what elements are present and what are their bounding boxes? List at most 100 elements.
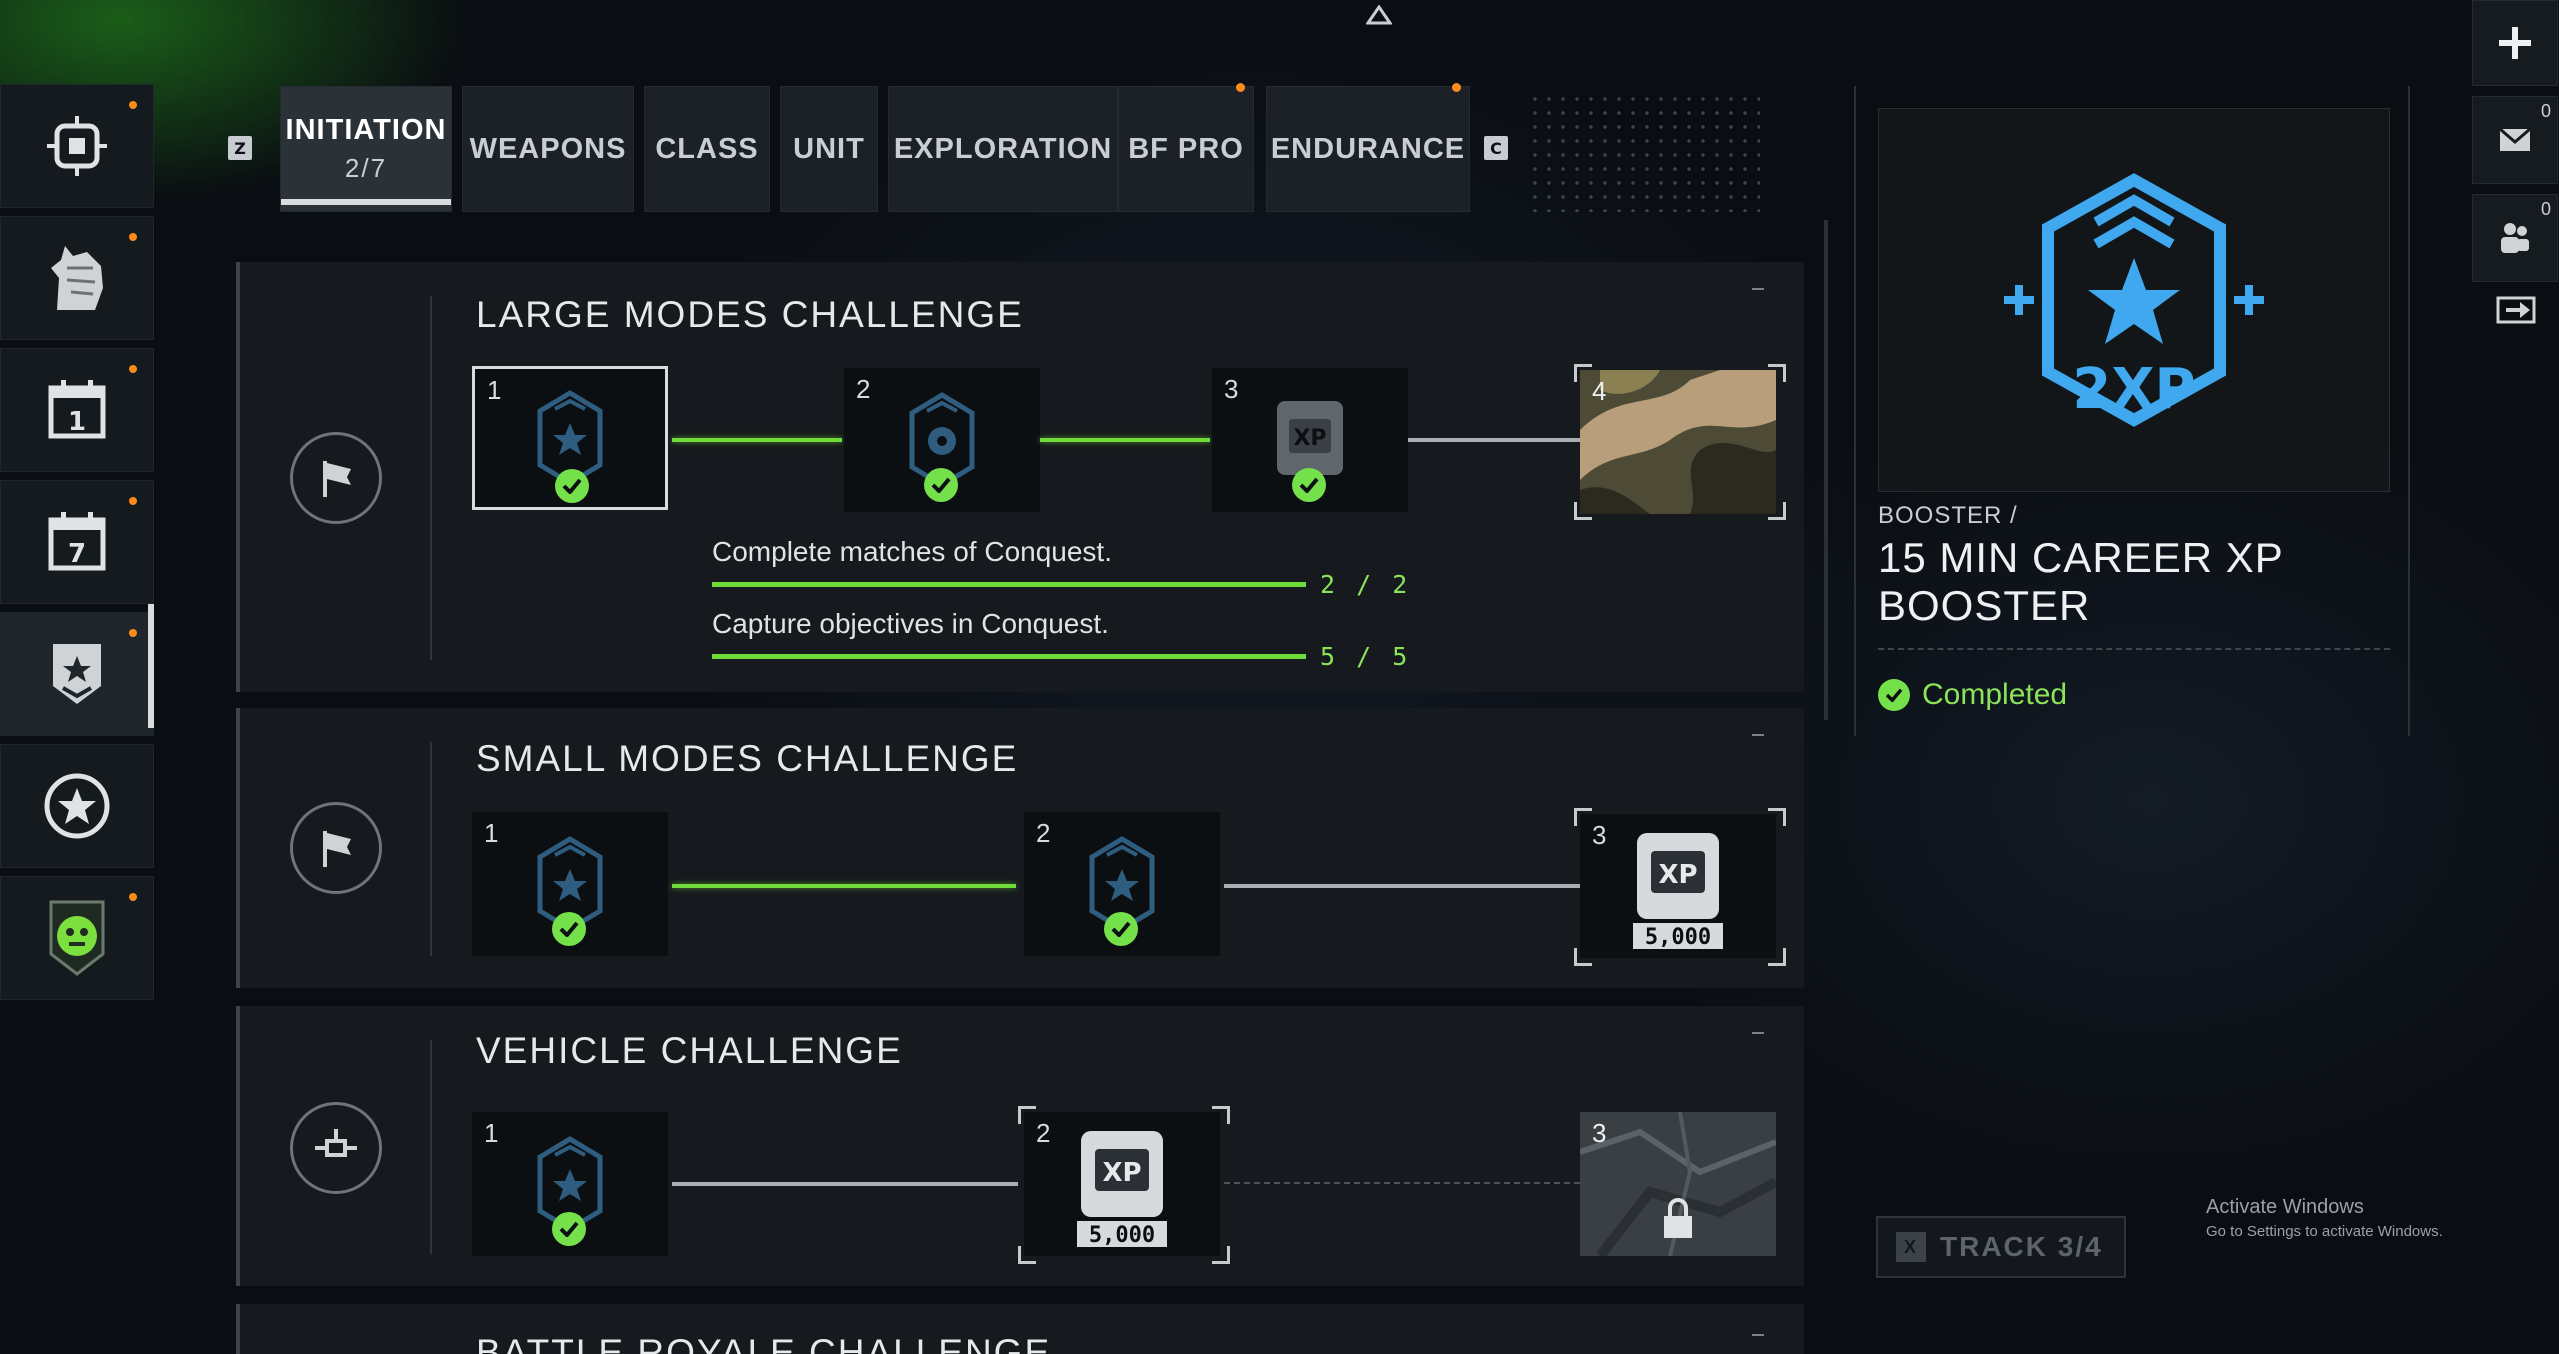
reward-tile-2[interactable]: 2 XP 5,000 <box>1024 1112 1220 1256</box>
task-progress-bar <box>712 654 1306 659</box>
card-divider <box>430 296 432 660</box>
tab-label: UNIT <box>793 132 865 165</box>
reward-tile-3[interactable]: 3 <box>1580 1112 1776 1256</box>
reward-tile-4[interactable]: 4 <box>1580 370 1776 514</box>
challenge-card-vehicle[interactable]: VEHICLE CHALLENGE 1 2 XP 5,000 3 <box>236 1006 1804 1286</box>
tab-exploration[interactable]: EXPLORATION <box>888 86 1118 212</box>
active-tab-underline <box>281 199 451 205</box>
weekly-calendar-icon: 7 <box>48 512 106 571</box>
reward-tile-3[interactable]: 3 XP 5,000 <box>1580 814 1776 958</box>
camo-skin-icon <box>1580 370 1776 514</box>
notification-dot <box>129 101 137 109</box>
add-button[interactable] <box>2472 0 2558 86</box>
exit-icon[interactable] <box>2496 296 2536 324</box>
expand-up-button[interactable] <box>1349 0 1409 30</box>
mail-button[interactable]: 0 <box>2472 96 2558 184</box>
content-scrollbar[interactable] <box>1824 220 1828 720</box>
notification-dot <box>129 497 137 505</box>
notification-dot <box>129 629 137 637</box>
focus-bracket <box>1574 364 1592 382</box>
collapse-button[interactable] <box>1752 288 1764 290</box>
tab-unit[interactable]: UNIT <box>780 86 878 212</box>
xp-booster-icon: 2XP <box>2004 173 2264 427</box>
challenge-title: LARGE MODES CHALLENGE <box>476 294 1024 335</box>
sidebar-item-target[interactable] <box>0 84 154 208</box>
focus-bracket <box>1018 1246 1036 1264</box>
notification-dot <box>129 893 137 901</box>
tab-label: EXPLORATION <box>893 132 1113 165</box>
focus-bracket <box>1212 1106 1230 1124</box>
reward-tile-2[interactable]: 2 <box>1024 812 1220 956</box>
task-progress-count: 5 / 5 <box>1320 642 1411 671</box>
watermark-line-2: Go to Settings to activate Windows. <box>2206 1223 2443 1240</box>
svg-text:XP: XP <box>1102 1158 1141 1188</box>
progress-link <box>672 438 842 442</box>
focus-bracket <box>1768 502 1786 520</box>
focus-bracket <box>1574 808 1592 826</box>
windows-activation-watermark: Activate Windows Go to Settings to activ… <box>2206 1196 2443 1240</box>
tile-number: 3 <box>1224 374 1239 404</box>
challenge-shield-icon <box>53 644 101 704</box>
xp-chip-icon: XP 5,000 <box>1633 833 1723 950</box>
tab-class[interactable]: CLASS <box>644 86 770 212</box>
sidebar-scroll-indicator <box>148 604 154 728</box>
tile-number: 3 <box>1592 820 1607 850</box>
sidebar-item-star[interactable] <box>0 744 154 868</box>
reward-tile-1[interactable]: 1 <box>472 812 668 956</box>
status-text: Completed <box>1922 678 2068 711</box>
notification-dot <box>129 233 137 241</box>
reward-name: 15 MIN CAREER XP BOOSTER <box>1878 534 2284 629</box>
tab-label: CLASS <box>655 132 759 165</box>
track-label: TRACK 3/4 <box>1940 1231 2103 1262</box>
decorative-dot-grid <box>1528 92 1760 212</box>
focus-bracket <box>1574 948 1592 966</box>
friends-icon <box>2501 223 2529 253</box>
reward-tile-3[interactable]: 3 XP <box>1212 368 1408 512</box>
collapse-button[interactable] <box>1752 1334 1764 1336</box>
challenge-title: SMALL MODES CHALLENGE <box>476 738 1019 779</box>
sidebar-item-weekly[interactable]: 7 <box>0 480 154 604</box>
sidebar-item-daily[interactable]: 1 <box>0 348 154 472</box>
tile-number: 4 <box>1592 376 1607 406</box>
daily-calendar-icon: 1 <box>48 380 106 439</box>
collapse-button[interactable] <box>1752 1032 1764 1034</box>
svg-text:7: 7 <box>68 539 86 569</box>
reward-tile-2[interactable]: 2 <box>844 368 1040 512</box>
task-description: Complete matches of Conquest. <box>712 536 1112 567</box>
tile-number: 2 <box>1036 818 1051 848</box>
reward-preview: 2XP <box>1878 108 2390 492</box>
challenge-card-small-modes[interactable]: SMALL MODES CHALLENGE 1 2 3 XP 5,000 <box>236 708 1804 988</box>
svg-text:1: 1 <box>68 407 86 437</box>
focus-bracket <box>1768 364 1786 382</box>
focus-bracket <box>1212 1246 1230 1264</box>
challenge-card-battle-royale[interactable]: BATTLE ROYALE CHALLENGE <box>236 1304 1804 1354</box>
task-progress-bar <box>712 582 1306 587</box>
tab-bf-pro[interactable]: BF PRO <box>1118 83 1254 212</box>
focus-bracket <box>1768 808 1786 826</box>
challenge-card-large-modes[interactable]: LARGE MODES CHALLENGE 1 2 3 XP 4 Complet… <box>236 262 1804 692</box>
tab-weapons[interactable]: WEAPONS <box>462 86 634 212</box>
completed-check-icon <box>1104 912 1138 946</box>
star-circle-icon <box>44 773 110 839</box>
challenge-title: BATTLE ROYALE CHALLENGE <box>476 1332 1052 1354</box>
reward-tile-1[interactable]: 1 <box>472 366 668 510</box>
tab-endurance[interactable]: ENDURANCE <box>1266 83 1470 212</box>
completion-status: Completed <box>1878 678 2067 712</box>
completed-check-icon <box>555 469 589 503</box>
sidebar-item-challenges[interactable] <box>0 612 154 736</box>
progress-link-pending <box>1224 884 1584 888</box>
friends-button[interactable]: 0 <box>2472 194 2558 282</box>
horse-icon <box>51 246 103 310</box>
tile-number: 1 <box>484 1118 499 1148</box>
completed-check-icon <box>1878 679 1910 711</box>
card-divider <box>430 1040 432 1254</box>
tile-number: 2 <box>856 374 871 404</box>
reward-tile-1[interactable]: 1 <box>472 1112 668 1256</box>
track-button[interactable]: X TRACK 3/4 <box>1876 1216 2126 1278</box>
sidebar-item-event[interactable] <box>0 876 154 1000</box>
sidebar-item-horse[interactable] <box>0 216 154 340</box>
tab-initiation[interactable]: INITIATION 2/7 <box>280 86 452 212</box>
collapse-button[interactable] <box>1752 734 1764 736</box>
completed-check-icon <box>552 1212 586 1246</box>
svg-text:5,000: 5,000 <box>1089 1223 1155 1248</box>
